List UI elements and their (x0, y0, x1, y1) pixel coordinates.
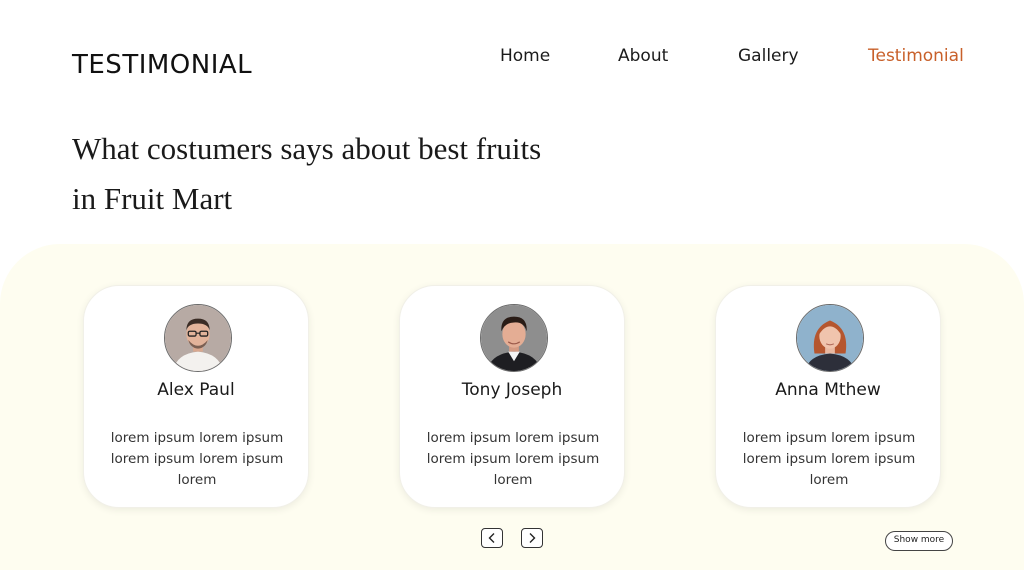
testimonial-card: Anna Mthew lorem ipsum lorem ipsum lorem… (715, 285, 941, 508)
testimonial-text: lorem ipsum lorem ipsum lorem ipsum lore… (110, 430, 284, 488)
man-glasses-avatar (164, 304, 232, 372)
testimonial-card: Alex Paul lorem ipsum lorem ipsum lorem … (83, 285, 309, 508)
testimonial-text: lorem ipsum lorem ipsum lorem ipsum lore… (742, 430, 916, 488)
show-more-button[interactable]: Show more (885, 531, 953, 551)
main-nav: Home About Gallery Testimonial (0, 46, 1024, 70)
chevron-left-icon (488, 533, 495, 543)
testimonial-text: lorem ipsum lorem ipsum lorem ipsum lore… (426, 430, 600, 488)
nav-about[interactable]: About (618, 46, 668, 66)
carousel-prev-button[interactable] (481, 528, 503, 548)
testimonial-name: Anna Mthew (775, 380, 881, 400)
testimonial-name: Tony Joseph (461, 380, 563, 400)
nav-gallery[interactable]: Gallery (738, 46, 799, 66)
nav-testimonial[interactable]: Testimonial (868, 46, 964, 66)
nav-home[interactable]: Home (500, 46, 550, 66)
testimonial-name: Alex Paul (157, 380, 235, 400)
carousel-next-button[interactable] (521, 528, 543, 548)
chevron-right-icon (529, 533, 536, 543)
testimonial-card: Tony Joseph lorem ipsum lorem ipsum lore… (399, 285, 625, 508)
woman-red-hair-avatar (796, 304, 864, 372)
page-headline: What costumers says about best fruits in… (72, 131, 542, 216)
man-suit-avatar (480, 304, 548, 372)
